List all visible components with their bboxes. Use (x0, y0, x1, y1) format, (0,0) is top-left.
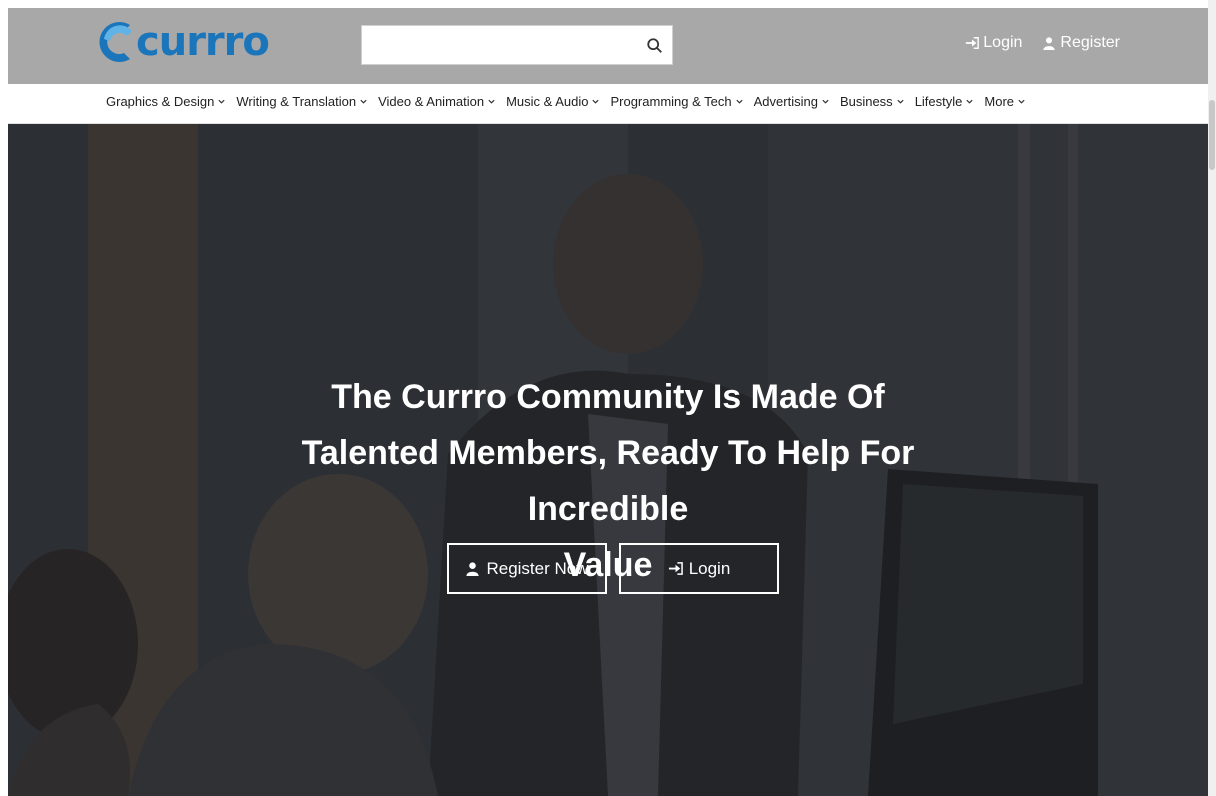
hero-title: The Currro Community Is Made Of Talented… (238, 369, 978, 593)
top-header: currro Login Register (8, 8, 1208, 84)
user-icon (1043, 37, 1056, 50)
chevron-down-icon (897, 99, 904, 104)
category-nav-label: Lifestyle (914, 94, 963, 109)
logo-mark-icon (99, 22, 132, 63)
category-nav-item[interactable]: Writing & Translation (236, 94, 368, 109)
hero-login-button[interactable]: Login (619, 543, 779, 594)
header-register-label: Register (1060, 34, 1120, 51)
hero-login-label: Login (688, 558, 731, 578)
category-nav-item[interactable]: Graphics & Design (106, 94, 226, 109)
scrollbar-thumb[interactable] (1209, 100, 1215, 170)
category-nav-item[interactable]: Programming & Tech (610, 94, 743, 109)
auth-links: Login Register (965, 34, 1120, 52)
category-nav-item[interactable]: More (984, 94, 1026, 109)
sign-in-icon (966, 37, 980, 49)
header-login-link[interactable]: Login (965, 34, 1022, 52)
category-nav-label: Graphics & Design (106, 94, 215, 109)
category-nav-label: Business (839, 94, 893, 109)
category-nav-item[interactable]: Lifestyle (915, 94, 975, 109)
category-nav-label: More (984, 94, 1015, 109)
header-register-link[interactable]: Register (1042, 34, 1120, 52)
chevron-down-icon (822, 99, 829, 104)
page-scrollbar[interactable] (1208, 0, 1216, 796)
category-nav-item[interactable]: Music & Audio (506, 94, 600, 109)
header-login-label: Login (983, 34, 1023, 51)
hero-title-line-2: Talented Members, Ready To Help For Incr… (301, 433, 915, 528)
search-icon[interactable] (646, 37, 664, 55)
category-nav-item[interactable]: Business (840, 94, 905, 109)
chevron-down-icon (218, 99, 226, 104)
category-nav-label: Programming & Tech (610, 94, 732, 109)
category-nav-label: Music & Audio (506, 94, 589, 109)
search-input[interactable] (362, 26, 632, 64)
category-nav-item[interactable]: Video & Animation (378, 94, 496, 109)
hero-title-line-3: Value (563, 545, 653, 584)
search-box (361, 25, 673, 65)
sign-in-icon (668, 562, 683, 575)
chevron-down-icon (360, 99, 367, 104)
category-nav-label: Video & Animation (378, 94, 485, 109)
chevron-down-icon (592, 99, 600, 104)
user-icon (466, 562, 480, 576)
category-nav-label: Writing & Translation (236, 94, 357, 109)
brand-logo[interactable]: currro (92, 18, 270, 66)
category-nav-label: Advertising (753, 94, 818, 109)
category-nav-item[interactable]: Advertising (754, 94, 830, 109)
chevron-down-icon (966, 99, 974, 104)
chevron-down-icon (736, 99, 743, 104)
register-now-label: Register Now (486, 558, 589, 578)
chevron-down-icon (488, 99, 495, 104)
brand-name: currro (136, 19, 270, 65)
category-nav: Graphics & Design Writing & Translation Vi… (8, 84, 1208, 124)
register-now-button[interactable]: Register Now (447, 543, 607, 594)
hero-title-line-1: The Currro Community Is Made Of (331, 377, 885, 416)
hero-banner: The Currro Community Is Made Of Talented… (8, 124, 1208, 796)
chevron-down-icon (1018, 99, 1025, 104)
